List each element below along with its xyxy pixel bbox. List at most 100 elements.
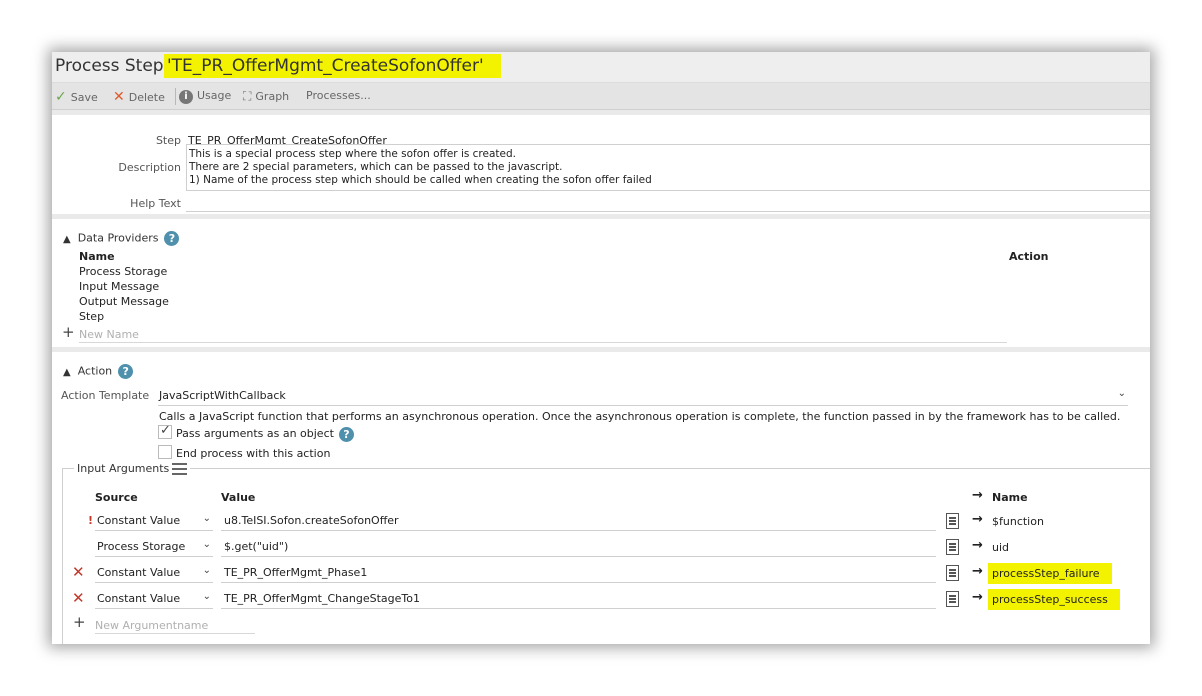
processes-button[interactable]: Processes... <box>306 89 371 102</box>
chevron-down-icon: ⌄ <box>1117 388 1126 399</box>
window-title-name: 'TE_PR_OfferMgmt_CreateSofonOffer' <box>164 54 501 78</box>
chevron-down-icon: ⌄ <box>202 591 211 602</box>
dp-item[interactable]: Step <box>79 310 104 323</box>
action-template-select[interactable]: JavaScriptWithCallback ⌄ <box>158 387 1128 406</box>
arg-value-text: $.get("uid") <box>224 540 289 553</box>
document-icon[interactable] <box>946 513 959 529</box>
document-icon[interactable] <box>946 565 959 581</box>
arg-value-input[interactable]: TE_PR_OfferMgmt_ChangeStageTo1 <box>221 590 936 609</box>
add-provider-icon[interactable]: + <box>62 323 75 341</box>
arg-source-select[interactable]: Constant Value ⌄ <box>95 564 213 583</box>
arrow-right-icon: → <box>972 538 983 553</box>
document-icon[interactable] <box>946 591 959 607</box>
graph-button[interactable]: ⛶ Graph <box>243 89 289 104</box>
arg-col-source: Source <box>95 491 138 504</box>
general-panel: Step TE_PR_OfferMgmt_CreateSofonOffer De… <box>52 110 1150 214</box>
description-field[interactable]: This is a special process step where the… <box>186 144 1150 191</box>
checkmark-icon: ✓ <box>55 89 67 105</box>
arg-col-name: Name <box>992 491 1028 504</box>
arg-source-value: Constant Value <box>97 592 181 605</box>
delete-button[interactable]: ✕ Delete <box>113 89 165 105</box>
arg-value-input[interactable]: $.get("uid") <box>221 538 936 557</box>
input-arguments-title: Input Arguments <box>77 462 170 475</box>
arg-value-text: TE_PR_OfferMgmt_Phase1 <box>224 566 368 579</box>
arg-source-value: Constant Value <box>97 566 181 579</box>
arrow-right-icon: → <box>972 564 983 579</box>
dp-item[interactable]: Input Message <box>79 280 159 293</box>
info-icon: i <box>179 90 193 104</box>
input-arguments-legend: Input Arguments <box>74 462 191 475</box>
arg-col-value: Value <box>221 491 256 504</box>
arg-name[interactable]: $function <box>992 515 1044 528</box>
dp-item[interactable]: Process Storage <box>79 265 167 278</box>
save-label: Save <box>70 91 98 104</box>
process-step-window: Process Step 'TE_PR_OfferMgmt_CreateSofo… <box>52 52 1150 644</box>
arg-source-select[interactable]: Process Storage ⌄ <box>95 538 213 557</box>
usage-button[interactable]: i Usage <box>179 89 231 104</box>
window-title-prefix: Process Step <box>55 56 164 76</box>
arg-source-value: Constant Value <box>97 514 181 527</box>
data-providers-header[interactable]: ▲ Data Providers? <box>63 231 180 246</box>
graph-icon: ⛶ <box>243 89 252 103</box>
end-process-label: End process with this action <box>176 447 331 460</box>
dp-col-name: Name <box>79 250 115 263</box>
description-line-3: 1) Name of the process step which should… <box>189 174 652 186</box>
action-title: Action <box>77 364 113 378</box>
action-template-label: Action Template <box>61 389 150 402</box>
arg-value-text: TE_PR_OfferMgmt_ChangeStageTo1 <box>224 592 420 605</box>
graph-label: Graph <box>255 90 290 103</box>
arrow-right-icon: → <box>972 512 983 527</box>
dp-col-action: Action <box>1009 250 1049 263</box>
arg-name[interactable]: uid <box>992 541 1009 554</box>
collapse-caret-icon[interactable]: ▲ <box>63 367 71 378</box>
arg-value-input[interactable]: u8.TeISI.Sofon.createSofonOffer <box>221 512 936 531</box>
arg-value-input[interactable]: TE_PR_OfferMgmt_Phase1 <box>221 564 936 583</box>
add-argument-icon[interactable]: + <box>73 613 86 631</box>
help-text-label: Help Text <box>130 197 181 210</box>
delete-x-icon: ✕ <box>113 89 125 105</box>
arrow-right-icon: → <box>972 488 983 503</box>
action-template-value: JavaScriptWithCallback <box>159 389 286 402</box>
list-icon[interactable] <box>172 463 188 475</box>
description-line-2: There are 2 special parameters, which ca… <box>189 161 563 173</box>
chevron-down-icon: ⌄ <box>202 565 211 576</box>
dp-item[interactable]: Output Message <box>79 295 169 308</box>
title-bar: Process Step 'TE_PR_OfferMgmt_CreateSofo… <box>52 52 1150 83</box>
toolbar: ✓ Save ✕ Delete i Usage ⛶ Graph Processes... <box>52 83 1150 110</box>
document-icon[interactable] <box>946 539 959 555</box>
data-providers-panel: ▲ Data Providers? Name Action Process Sto… <box>52 214 1150 347</box>
step-label: Step <box>155 134 181 147</box>
help-icon[interactable]: ? <box>164 231 180 246</box>
arg-name-highlighted[interactable]: processStep_success <box>988 589 1120 610</box>
toolbar-separator <box>175 88 176 105</box>
arg-source-select[interactable]: Constant Value ⌄ <box>95 590 213 609</box>
arrow-right-icon: → <box>972 590 983 605</box>
delete-label: Delete <box>128 91 165 104</box>
help-icon[interactable]: ? <box>339 427 354 442</box>
help-icon[interactable]: ? <box>118 364 134 379</box>
new-argument-name-input[interactable]: New Argumentname <box>95 619 255 634</box>
required-marker: ! <box>88 514 94 527</box>
arg-source-value: Process Storage <box>97 540 186 553</box>
arg-value-text: u8.TeISI.Sofon.createSofonOffer <box>224 514 399 527</box>
data-providers-title: Data Providers <box>77 231 159 245</box>
new-provider-name-input[interactable]: New Name <box>79 328 1007 343</box>
action-template-description: Calls a JavaScript function that perform… <box>159 410 1121 423</box>
delete-row-icon[interactable]: ✕ <box>72 563 85 581</box>
arg-name-highlighted[interactable]: processStep_failure <box>988 563 1112 584</box>
delete-row-icon[interactable]: ✕ <box>72 589 85 607</box>
usage-label: Usage <box>197 89 232 102</box>
checkmark-icon: ✓ <box>160 423 171 438</box>
collapse-caret-icon[interactable]: ▲ <box>63 234 71 245</box>
chevron-down-icon: ⌄ <box>202 513 211 524</box>
description-line-1: This is a special process step where the… <box>189 148 516 160</box>
description-label: Description <box>118 161 181 174</box>
processes-label: Processes... <box>306 89 371 102</box>
action-header[interactable]: ▲ Action? <box>63 364 134 379</box>
save-button[interactable]: ✓ Save <box>55 89 98 105</box>
arg-source-select[interactable]: Constant Value ⌄ <box>95 512 213 531</box>
pass-arguments-label: Pass arguments as an object <box>176 427 334 440</box>
end-process-checkbox[interactable] <box>158 445 172 459</box>
pass-arguments-checkbox[interactable]: ✓ <box>158 423 172 439</box>
help-text-field[interactable] <box>186 211 1150 212</box>
